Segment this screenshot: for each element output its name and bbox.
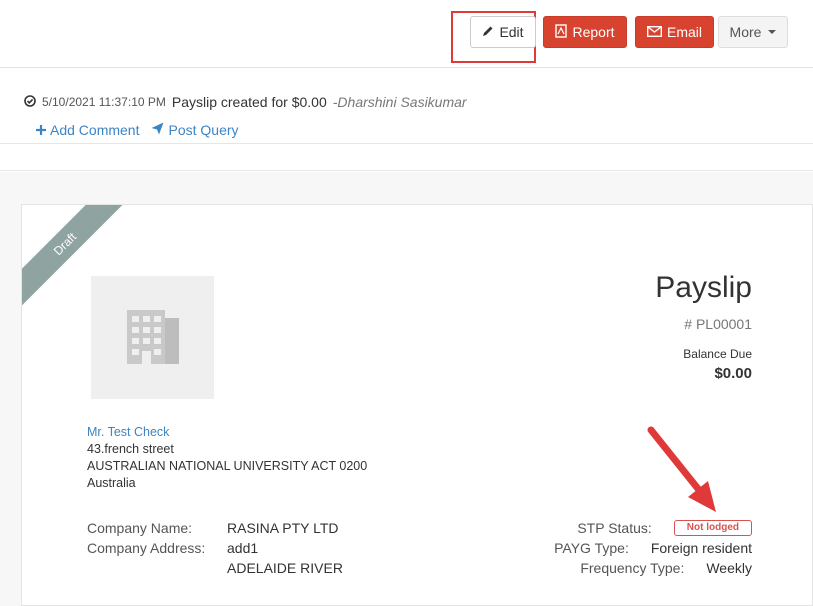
post-query-link[interactable]: Post Query [151, 122, 239, 138]
stp-status-row: STP Status: Not lodged [554, 518, 752, 538]
company-logo-placeholder [91, 276, 214, 399]
caret-down-icon [768, 30, 777, 34]
address-line-2: AUSTRALIAN NATIONAL UNIVERSITY ACT 0200 [87, 459, 368, 473]
company-address-line-2: ADELAIDE RIVER [227, 560, 343, 576]
more-dropdown-button[interactable]: More [718, 16, 788, 48]
activity-user: Dharshini Sasikumar [337, 94, 467, 110]
balance-due-value: $0.00 [714, 365, 752, 382]
company-info: Company Name: RASINA PTY LTD Company Add… [87, 518, 343, 578]
frequency-type-label: Frequency Type: [580, 560, 685, 576]
balance-due-label: Balance Due [683, 347, 752, 361]
add-comment-link[interactable]: Add Comment [36, 122, 139, 138]
pdf-file-icon [555, 23, 568, 41]
report-button-label: Report [572, 24, 615, 40]
company-address-label: Company Address: [87, 540, 206, 556]
check-circle-icon [24, 94, 36, 110]
post-query-label: Post Query [168, 122, 239, 138]
activity-log: 5/10/2021 11:37:10 PM Payslip created fo… [0, 69, 813, 144]
activity-timestamp: 5/10/2021 11:37:10 PM [42, 95, 166, 109]
edit-button-label: Edit [499, 24, 524, 40]
more-button-label: More [729, 24, 762, 40]
add-comment-label: Add Comment [50, 122, 140, 138]
address-line-1: 43.french street [87, 442, 174, 456]
edit-button[interactable]: Edit [470, 16, 536, 48]
payg-type-row: PAYG Type: Foreign resident [554, 538, 752, 558]
activity-entry: 5/10/2021 11:37:10 PM Payslip created fo… [24, 94, 467, 110]
report-button[interactable]: Report [543, 16, 627, 48]
stp-status-badge: Not lodged [673, 520, 752, 536]
company-name-value: RASINA PTY LTD [227, 520, 339, 536]
paper-plane-icon [151, 122, 164, 138]
divider [0, 145, 813, 171]
pencil-icon [482, 24, 494, 40]
address-line-3: Australia [87, 476, 136, 490]
company-address-line-1: add1 [227, 540, 259, 556]
company-name-row: Company Name: RASINA PTY LTD [87, 518, 343, 538]
activity-message: Payslip created for $0.00 [171, 94, 327, 110]
payslip-status-info: STP Status: Not lodged PAYG Type: Foreig… [554, 518, 752, 578]
toolbar: Edit Report Email More [0, 0, 813, 68]
company-address-row: Company Address: add1 [87, 538, 343, 558]
employee-name-link[interactable]: Mr. Test Check [87, 424, 367, 441]
company-name-label: Company Name: [87, 520, 193, 536]
frequency-type-row: Frequency Type: Weekly [554, 558, 752, 578]
activity-actions: Add Comment Post Query [36, 122, 239, 138]
plus-icon [36, 122, 46, 138]
frequency-type-value: Weekly [706, 560, 752, 576]
email-button[interactable]: Email [635, 16, 714, 48]
envelope-icon [646, 24, 662, 40]
payslip-document: Draft Payslip # PL00001 Balance Due $0.0… [21, 204, 813, 606]
payg-type-value: Foreign resident [650, 540, 752, 556]
email-button-label: Email [666, 24, 702, 40]
stp-status-label: STP Status: [577, 520, 652, 536]
payg-type-label: PAYG Type: [554, 540, 629, 556]
employee-address: Mr. Test Check 43.french street AUSTRALI… [87, 424, 367, 492]
document-title: Payslip [655, 271, 752, 304]
document-number: # PL00001 [684, 316, 752, 332]
company-address-row-2: ADELAIDE RIVER [87, 558, 343, 578]
building-icon [125, 304, 181, 371]
